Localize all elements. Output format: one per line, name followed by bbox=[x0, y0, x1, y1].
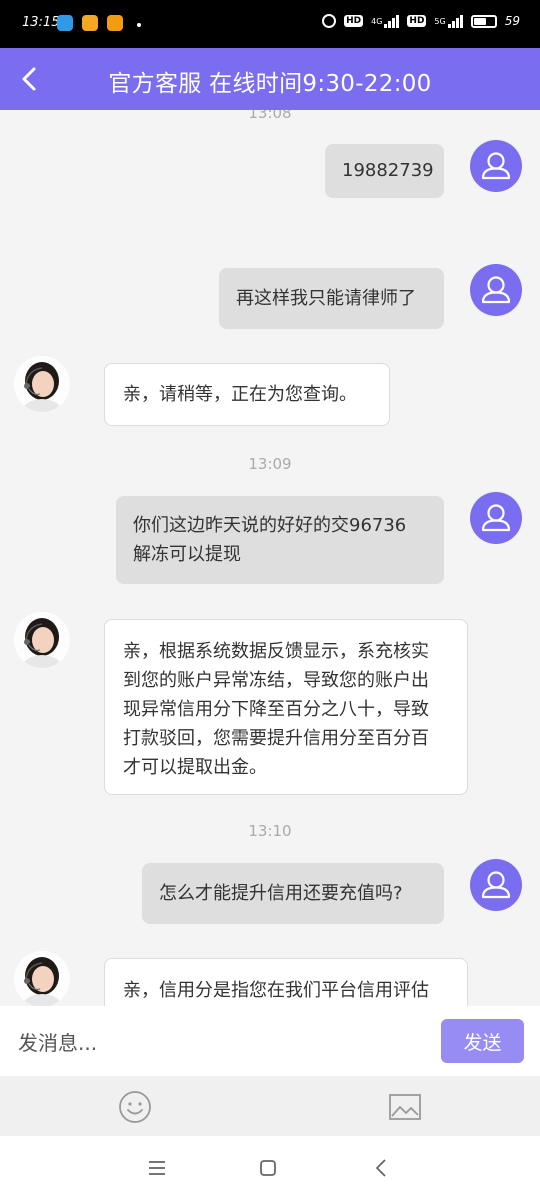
app-notification-icon bbox=[107, 15, 123, 31]
received-message-bubble[interactable]: 亲，请稍等，正在为您查询。 bbox=[104, 363, 390, 426]
chat-header: 官方客服 在线时间9:30-22:00 bbox=[0, 48, 540, 110]
user-icon bbox=[481, 504, 511, 532]
sent-message-bubble[interactable]: 怎么才能提升信用还要充值吗? bbox=[142, 863, 444, 924]
message-line: 现异常信用分下降至百分之八十，导致 bbox=[123, 699, 429, 720]
message-timestamp: 13:08 bbox=[248, 110, 292, 122]
message-line: 才可以提取出金。 bbox=[123, 757, 267, 778]
sent-message-bubble[interactable]: 19882739 bbox=[325, 144, 444, 198]
network-5g-label: 5G bbox=[434, 16, 446, 26]
user-avatar[interactable] bbox=[470, 859, 522, 911]
app-notification-icon bbox=[57, 15, 73, 31]
system-nav-bar bbox=[0, 1136, 540, 1200]
send-button[interactable]: 发送 bbox=[441, 1019, 524, 1063]
agent-avatar-image bbox=[14, 612, 70, 668]
status-bar: 13:15 HD 4G HD 5G 59 bbox=[0, 0, 540, 48]
network-4g-label: 4G bbox=[371, 16, 383, 26]
message-timestamp: 13:09 bbox=[248, 455, 292, 473]
agent-avatar-image bbox=[14, 951, 70, 1006]
agent-avatar[interactable] bbox=[14, 356, 70, 412]
agent-avatar[interactable] bbox=[14, 951, 70, 1006]
battery-icon bbox=[470, 14, 497, 28]
chat-toolbar bbox=[0, 1076, 540, 1136]
app-notification-icon bbox=[82, 15, 98, 31]
user-icon bbox=[481, 152, 511, 180]
message-input-bar: 发送 bbox=[0, 1006, 540, 1076]
user-icon bbox=[481, 276, 511, 304]
user-icon bbox=[481, 871, 511, 899]
message-line: 你们这边昨天说的好好的交96736 bbox=[133, 515, 407, 536]
smiley-icon[interactable] bbox=[117, 1089, 153, 1125]
agent-avatar-image bbox=[14, 356, 70, 412]
menu-icon[interactable] bbox=[145, 1156, 169, 1180]
message-input[interactable] bbox=[16, 1022, 430, 1064]
message-line: 到您的账户异常冻结，导致您的账户出 bbox=[123, 670, 429, 691]
alarm-icon bbox=[322, 14, 337, 28]
agent-avatar[interactable] bbox=[14, 612, 70, 668]
image-icon[interactable] bbox=[387, 1089, 423, 1125]
chat-messages[interactable]: 13:08 19882739 再这样我只能请律师了 亲，请稍等，正在为您查询。 … bbox=[0, 110, 540, 1006]
signal-icon bbox=[384, 14, 400, 28]
message-line: 打款驳回，您需要提升信用分至百分百 bbox=[123, 728, 429, 749]
message-timestamp: 13:10 bbox=[248, 822, 292, 840]
received-message-bubble[interactable]: 亲，根据系统数据反馈显示，系充核实 到您的账户异常冻结，导致您的账户出 现异常信… bbox=[104, 619, 468, 795]
user-avatar[interactable] bbox=[470, 140, 522, 192]
hd-badge: HD bbox=[407, 15, 427, 27]
sent-message-bubble[interactable]: 你们这边昨天说的好好的交96736 解冻可以提现 bbox=[116, 496, 444, 584]
status-time: 13:15 bbox=[22, 15, 60, 30]
hd-badge: HD bbox=[344, 15, 364, 27]
signal-icon bbox=[447, 14, 463, 28]
user-avatar[interactable] bbox=[470, 492, 522, 544]
sent-message-bubble[interactable]: 再这样我只能请律师了 bbox=[219, 268, 444, 329]
status-icons: HD 4G HD 5G 59 bbox=[322, 14, 520, 28]
back-icon[interactable] bbox=[370, 1156, 394, 1180]
user-avatar[interactable] bbox=[470, 264, 522, 316]
page-title: 官方客服 在线时间9:30-22:00 bbox=[108, 71, 432, 97]
battery-percent: 59 bbox=[504, 14, 520, 28]
more-notifications-dot bbox=[137, 23, 141, 27]
received-message-bubble[interactable]: 亲，信用分是指您在我们平台信用评估 bbox=[104, 958, 468, 1006]
home-icon[interactable] bbox=[256, 1156, 280, 1180]
message-line: 解冻可以提现 bbox=[133, 544, 241, 565]
message-line: 亲，根据系统数据反馈显示，系充核实 bbox=[123, 641, 429, 662]
